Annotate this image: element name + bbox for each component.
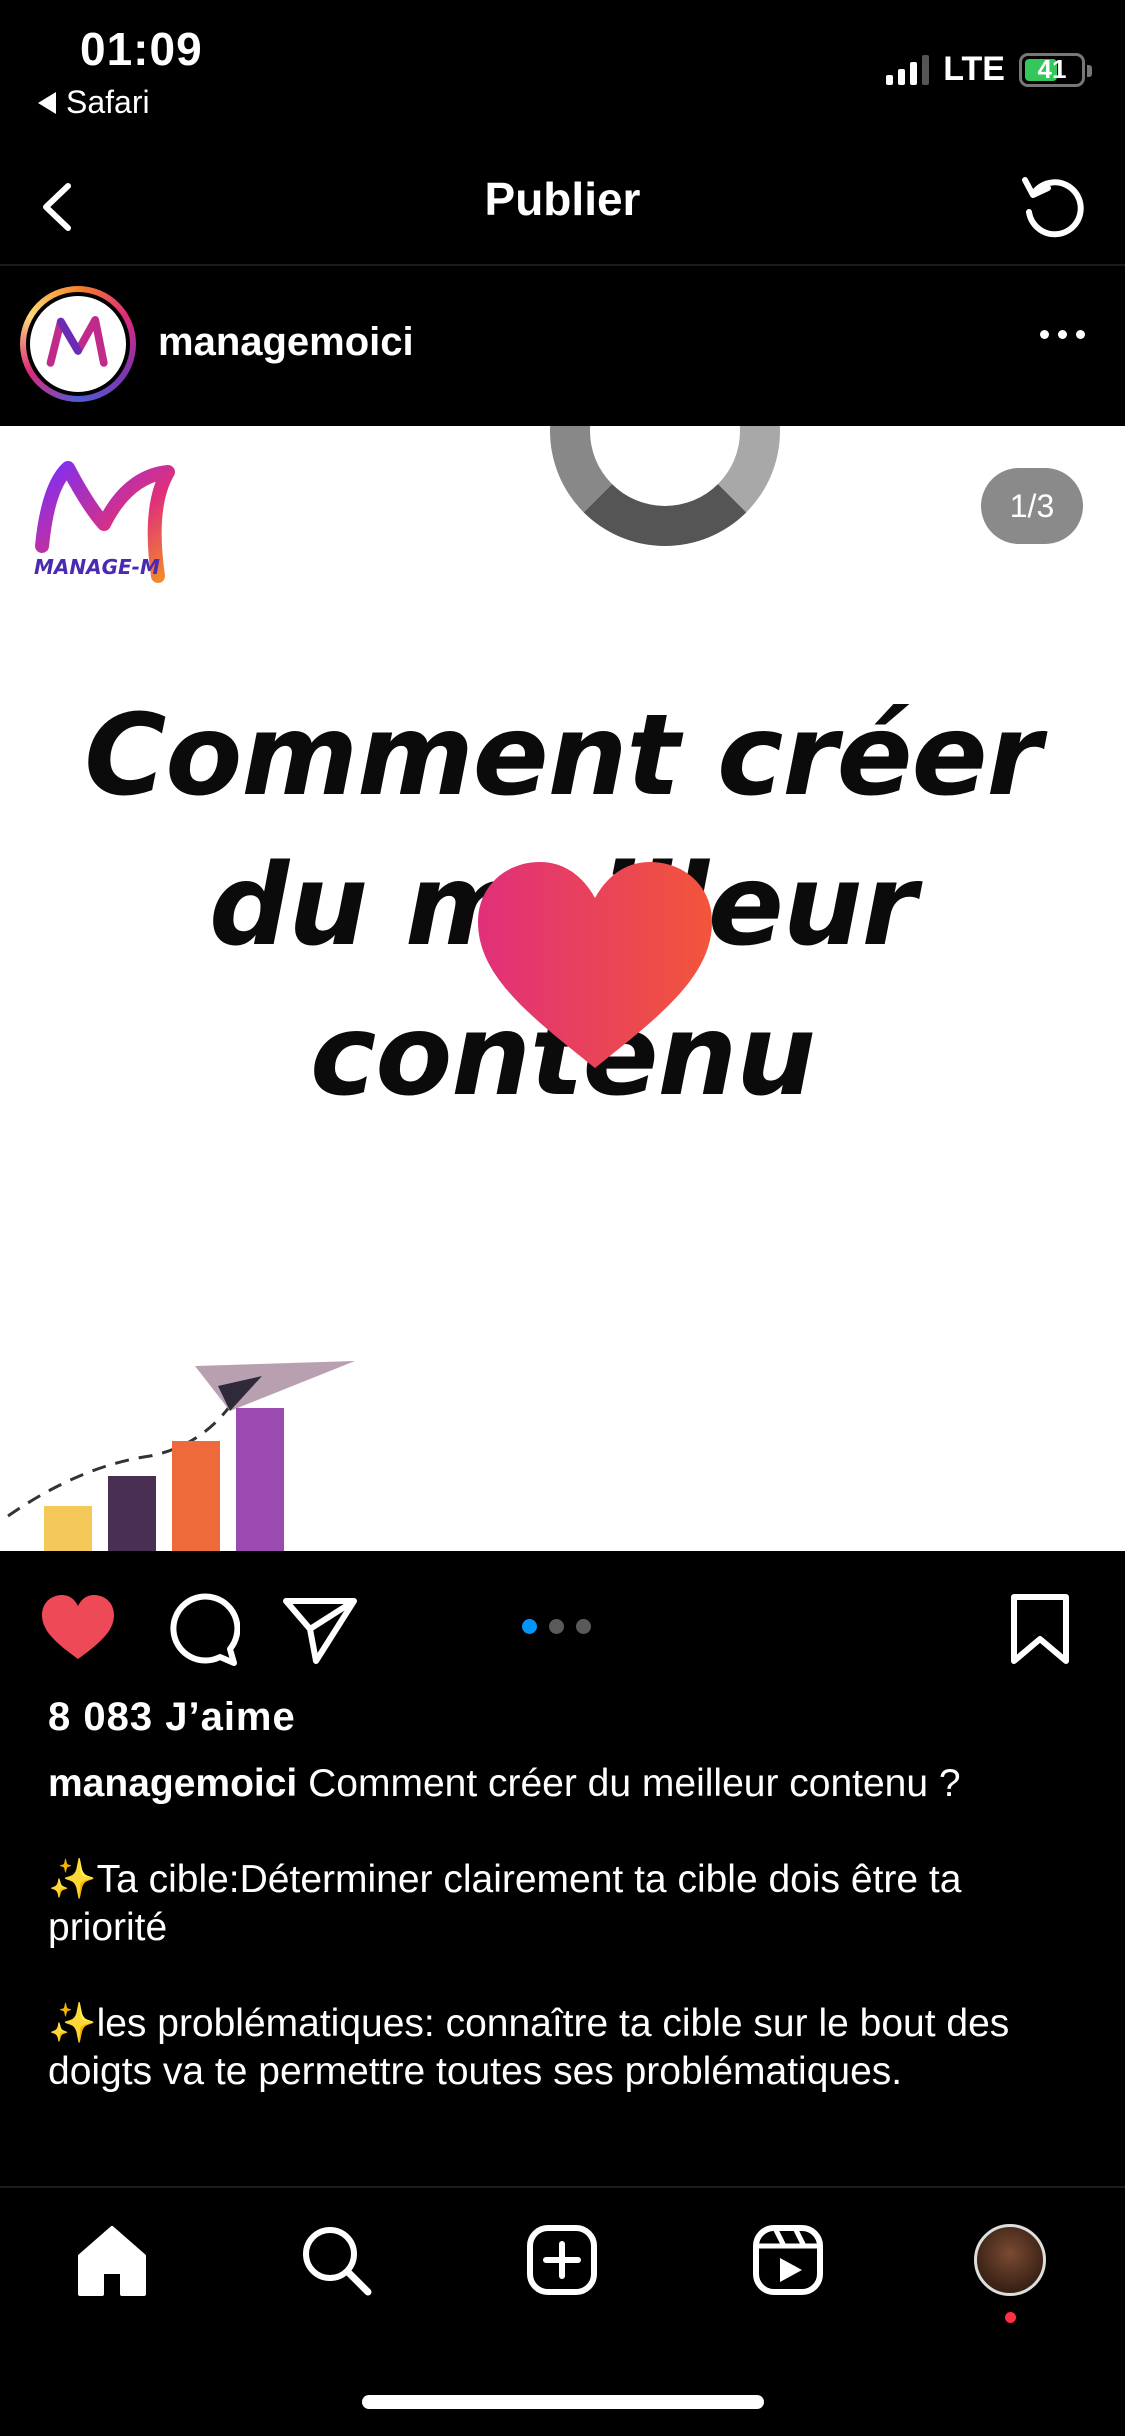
sparkles-icon: ✨ (48, 2002, 97, 2045)
status-indicators: LTE 41 (886, 50, 1092, 89)
nav-header: Publier (0, 150, 1125, 266)
comment-icon[interactable] (160, 1589, 240, 1669)
carousel-dot-3 (576, 1619, 591, 1634)
caption-first-line: managemoici Comment créer du meilleur co… (48, 1760, 1078, 1808)
search-icon[interactable] (296, 2220, 376, 2300)
back-to-app-link[interactable]: Safari (38, 84, 150, 121)
likes-count[interactable]: 8 083 J’aime (48, 1695, 296, 1740)
double-tap-heart-icon (478, 862, 712, 1068)
page-title: Publier (484, 173, 641, 225)
refresh-icon[interactable] (1011, 164, 1095, 248)
create-post-icon[interactable] (522, 2220, 602, 2300)
network-label: LTE (943, 50, 1005, 88)
growth-chart-illustration (7, 1361, 355, 1551)
home-indicator[interactable] (362, 2395, 764, 2409)
caption-text: Comment créer du meilleur contenu ? (308, 1762, 961, 1805)
carousel-indicator (522, 1619, 591, 1634)
post-header: managemoici (0, 268, 1125, 426)
signal-icon (886, 54, 930, 85)
decorative-ring (550, 426, 780, 546)
post-caption: managemoici Comment créer du meilleur co… (48, 1760, 1078, 2144)
back-app-label: Safari (66, 84, 150, 120)
caption-username[interactable]: managemoici (48, 1762, 297, 1805)
caption-paragraph-2: ✨les problématiques: connaître ta cible … (48, 2000, 1078, 2096)
share-send-icon[interactable] (280, 1589, 360, 1669)
battery-level: 41 (1037, 54, 1067, 84)
post-actions (0, 1551, 1125, 1691)
headline-line-1: Comment créer (84, 691, 1042, 821)
logo-text: MANAGE-M (34, 555, 160, 579)
more-options-icon[interactable] (1040, 330, 1085, 339)
reels-icon[interactable] (748, 2220, 828, 2300)
home-icon[interactable] (72, 2220, 152, 2300)
post-image[interactable]: MANAGE-M 1/3 Comment créer du meilleur c… (0, 426, 1125, 1551)
bookmark-icon[interactable] (1000, 1589, 1080, 1669)
brand-logo-icon (46, 316, 108, 367)
back-triangle-icon (38, 91, 56, 114)
profile-avatar[interactable] (974, 2224, 1046, 2296)
post-username[interactable]: managemoici (158, 320, 414, 365)
caption-paragraph-1-text: Ta cible:Déterminer clairement ta cible … (48, 1858, 962, 1949)
like-heart-icon[interactable] (38, 1589, 118, 1669)
slide-counter-badge: 1/3 (981, 468, 1083, 544)
notification-dot (1005, 2312, 1016, 2323)
carousel-dot-2 (549, 1619, 564, 1634)
battery-icon: 41 (1019, 52, 1092, 87)
status-time: 01:09 (80, 23, 203, 75)
caption-paragraph-1: ✨Ta cible:Déterminer clairement ta cible… (48, 1856, 1078, 1952)
sparkles-icon: ✨ (48, 1858, 97, 1901)
brand-logo: MANAGE-M (34, 461, 175, 583)
post-author-avatar[interactable] (20, 286, 136, 402)
carousel-dot-1 (522, 1619, 537, 1634)
caption-paragraph-2-text: les problématiques: connaître ta cible s… (48, 2002, 1010, 2093)
